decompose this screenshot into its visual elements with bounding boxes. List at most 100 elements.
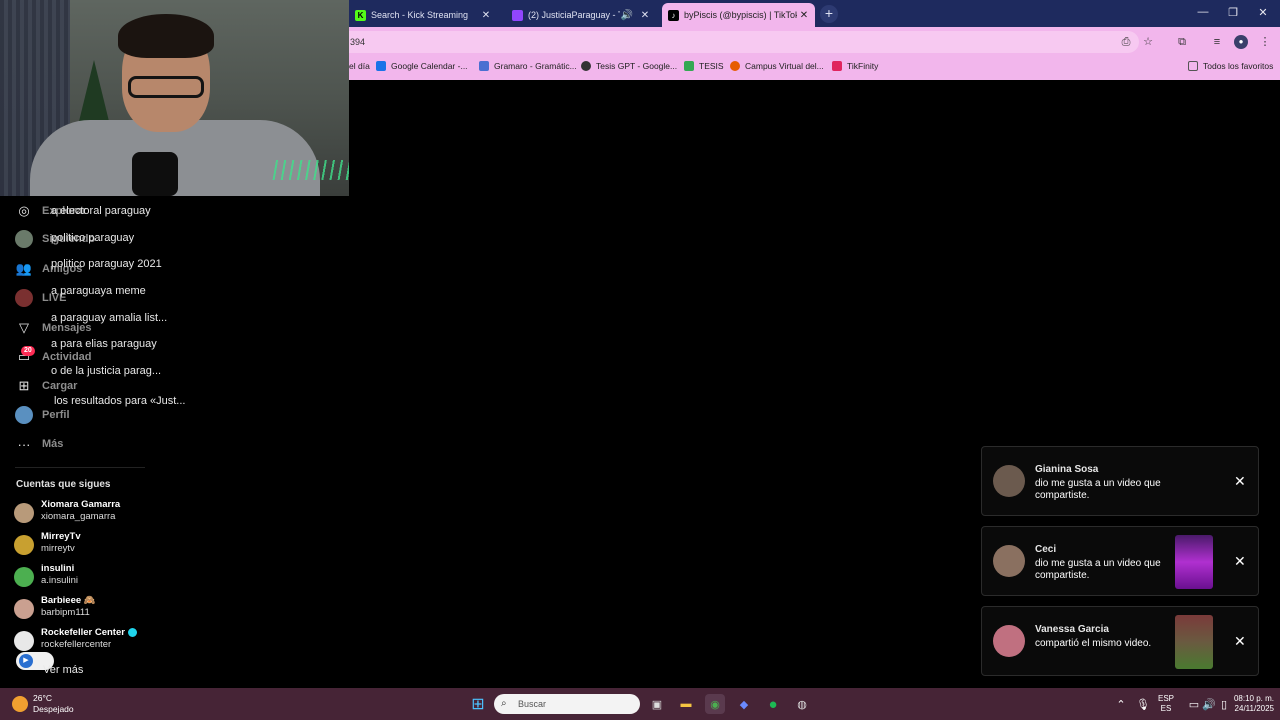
bookmark-item[interactable]: Tesis GPT - Google... xyxy=(581,61,677,71)
start-button[interactable]: ⊞ xyxy=(468,694,488,714)
twitch-icon xyxy=(512,9,523,21)
taskbar-search[interactable]: ⌕ Buscar xyxy=(494,694,640,714)
clock[interactable]: 08:10 p. m. 24/11/2025 xyxy=(1224,694,1274,714)
glasses xyxy=(128,76,204,98)
compass-icon: ◎ xyxy=(18,203,30,218)
new-tab-button[interactable]: + xyxy=(820,5,838,23)
restore-button[interactable]: ❐ xyxy=(1218,6,1248,19)
address-bar[interactable]: 394 xyxy=(349,31,1139,53)
close-icon[interactable]: ✕ xyxy=(1234,553,1246,570)
close-icon[interactable]: ✕ xyxy=(638,10,652,21)
bookmark-item[interactable]: Campus Virtual del... xyxy=(730,61,824,71)
notification-card[interactable]: Gianina Sosa dio me gusta a un video que… xyxy=(981,446,1259,516)
avatar xyxy=(14,535,34,555)
all-bookmarks[interactable]: Todos los favoritos xyxy=(1188,61,1273,71)
friends-icon: 👥 xyxy=(15,261,33,276)
openai-icon xyxy=(581,61,591,71)
search-suggestion[interactable]: o de la justicia parag... xyxy=(51,365,161,377)
file-explorer-icon[interactable]: ▬ xyxy=(676,694,696,714)
avatar xyxy=(993,545,1025,577)
notification-card[interactable]: Ceci dio me gusta a un video que compart… xyxy=(981,526,1259,596)
search-suggestion[interactable]: a para elias paraguay xyxy=(51,338,157,350)
profile-avatar[interactable]: ● xyxy=(1234,35,1248,49)
drive-icon xyxy=(684,61,694,71)
avatar xyxy=(14,631,34,651)
folder-icon xyxy=(1188,61,1198,71)
tab-title: Search - Kick Streaming xyxy=(371,10,469,20)
chrome-icon[interactable]: ◉ xyxy=(705,694,725,714)
tab-strip: K Search - Kick Streaming ✕ (2) Justicia… xyxy=(349,0,1280,27)
following-title: Cuentas que sigues xyxy=(16,479,111,490)
profile-icon xyxy=(15,406,33,424)
tab-twitch[interactable]: (2) JusticiaParaguay - Twitc 🔊 ✕ xyxy=(506,3,656,27)
bookmark-item[interactable]: TikFinity xyxy=(832,61,878,71)
nav-messages[interactable]: ▽ Mensajes xyxy=(15,319,92,337)
led-lights xyxy=(270,160,349,180)
bookmark-item[interactable]: Gramaro - Gramátic... xyxy=(479,61,577,71)
weather-icon xyxy=(12,696,28,712)
microphone-icon[interactable]: 🎙 xyxy=(1133,694,1153,714)
tab-title: (2) JusticiaParaguay - Twitc xyxy=(528,10,620,20)
nav-explore[interactable]: ◎ Explorar xyxy=(15,202,86,220)
search-suggestion[interactable]: a paraguay amalia list... xyxy=(51,312,167,324)
app-icon[interactable]: ◆ xyxy=(734,694,754,714)
speaker-icon[interactable]: 🔊 xyxy=(620,10,634,21)
screen: K Search - Kick Streaming ✕ (2) Justicia… xyxy=(0,0,1280,720)
avatar xyxy=(14,503,34,523)
streamer-hair xyxy=(118,14,214,58)
search-suggestion[interactable]: a paraguaya meme xyxy=(51,285,146,297)
nav-more[interactable]: ··· Más xyxy=(15,435,64,453)
avatar xyxy=(993,625,1025,657)
video-thumbnail[interactable] xyxy=(1175,535,1213,589)
taskbar: 26°C Despejado ⊞ ⌕ Buscar ▣ ▬ ◉ ◆ ● ◍ ⌃ … xyxy=(0,688,1280,720)
avatar xyxy=(993,465,1025,497)
tab-tiktok[interactable]: ♪ byPiscis (@bypiscis) | TikTok ✕ xyxy=(662,3,815,27)
tiktok-icon: ♪ xyxy=(668,9,679,21)
document-icon xyxy=(479,61,489,71)
weather-widget[interactable]: 26°C Despejado xyxy=(12,693,74,715)
star-icon[interactable]: ☆ xyxy=(1141,35,1155,49)
close-icon[interactable]: ✕ xyxy=(1234,473,1246,490)
bookmark-item[interactable]: Google Calendar -... xyxy=(376,61,468,71)
campus-icon xyxy=(730,61,740,71)
divider xyxy=(15,467,145,468)
chevron-up-icon[interactable]: ⌃ xyxy=(1111,694,1131,714)
close-icon[interactable]: ✕ xyxy=(797,10,811,21)
nav-upload[interactable]: ⊞ Cargar xyxy=(15,377,78,395)
search-suggestion[interactable]: los resultados para «Just... xyxy=(54,395,185,407)
video-thumbnail[interactable] xyxy=(1175,615,1213,669)
search-suggestion[interactable]: politico paraguay 2021 xyxy=(51,258,162,270)
window-close-button[interactable]: ✕ xyxy=(1248,6,1278,19)
close-icon[interactable]: ✕ xyxy=(479,10,493,21)
see-more-link[interactable]: Ver más xyxy=(43,664,83,676)
search-suggestion[interactable]: a electoral paraguay xyxy=(51,205,151,217)
extensions-icon[interactable]: ⧉ xyxy=(1175,35,1189,49)
install-icon[interactable]: ⎙ xyxy=(1119,35,1133,49)
bookmarks-bar: el día Google Calendar -... Gramaro - Gr… xyxy=(349,56,1280,80)
bookmark-item[interactable]: el día xyxy=(349,61,370,71)
minimize-button[interactable]: — xyxy=(1188,6,1218,18)
nav-live[interactable]: LIVE xyxy=(15,289,66,307)
tab-kick[interactable]: K Search - Kick Streaming ✕ xyxy=(349,3,497,27)
obs-icon[interactable]: ◍ xyxy=(792,694,812,714)
task-view-icon[interactable]: ▣ xyxy=(647,694,667,714)
kick-icon: K xyxy=(355,9,366,21)
language-indicator[interactable]: ESP ES xyxy=(1158,694,1174,714)
nav-profile[interactable]: Perfil xyxy=(15,406,70,424)
reading-list-icon[interactable]: ≡ xyxy=(1210,35,1224,49)
tab-title: byPiscis (@bypiscis) | TikTok xyxy=(684,10,797,20)
spotify-icon[interactable]: ● xyxy=(763,694,783,714)
menu-icon[interactable]: ⋮ xyxy=(1258,35,1272,49)
nav-friends[interactable]: 👥 Amigos xyxy=(15,260,82,278)
notification-card[interactable]: Vanessa Garcia compartió el mismo video.… xyxy=(981,606,1259,676)
webcam-overlay xyxy=(0,0,349,196)
avatar xyxy=(14,567,34,587)
close-icon[interactable]: ✕ xyxy=(1234,633,1246,650)
bookmark-item[interactable]: TESIS xyxy=(684,61,724,71)
play-icon: ▶ xyxy=(19,654,33,668)
search-suggestion[interactable]: politico paraguay xyxy=(51,232,134,244)
tikfinity-icon xyxy=(832,61,842,71)
nav-following[interactable]: Siguiendo xyxy=(15,230,95,248)
send-icon: ▽ xyxy=(19,320,29,335)
browser-toolbar: 394 ⎙ ☆ ⧉ ≡ ● ⋮ xyxy=(349,27,1280,56)
